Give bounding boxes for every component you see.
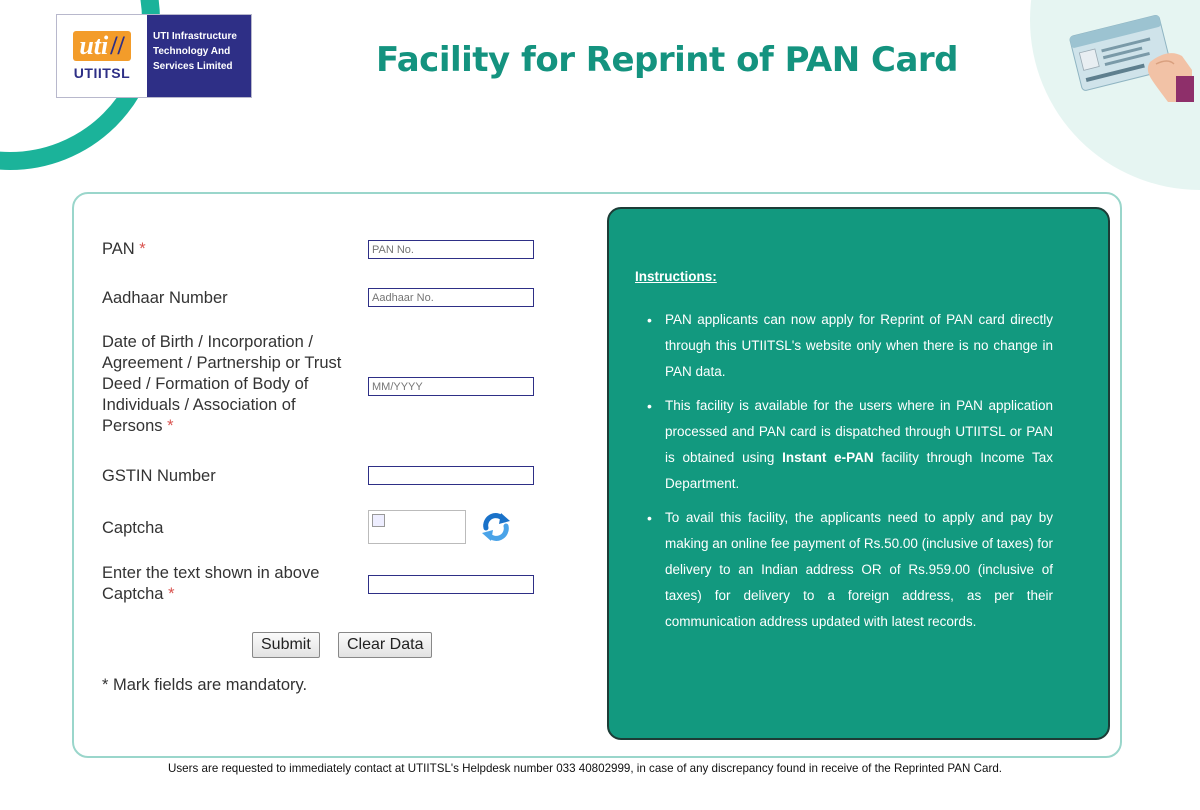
instructions-heading: Instructions:: [635, 269, 717, 284]
pan-label: PAN *: [102, 239, 146, 260]
page-title: Facility for Reprint of PAN Card: [376, 40, 959, 80]
hand-holding-card-icon: [1069, 14, 1194, 102]
dob-input[interactable]: [368, 377, 534, 396]
logo-org-line2: Technology And: [153, 46, 231, 57]
instructions-panel: Instructions: PAN applicants can now app…: [607, 207, 1110, 740]
instruction-item: This facility is available for the users…: [647, 393, 1053, 497]
instruction-item: PAN applicants can now apply for Reprint…: [647, 307, 1053, 385]
logo-mark: uti//: [73, 31, 131, 61]
logo-emblem: uti// UTIITSL: [57, 15, 147, 97]
required-mark: *: [139, 240, 146, 258]
captcha-text-label-line1: Enter the text shown in above: [102, 564, 320, 582]
broken-image-icon: [372, 514, 385, 527]
captcha-text-label: Enter the text shown in above Captcha *: [102, 563, 319, 605]
mandatory-note: * Mark fields are mandatory.: [102, 676, 308, 694]
pan-input[interactable]: [368, 240, 534, 259]
captcha-text-label-line2: Captcha: [102, 585, 164, 603]
utiitsl-logo[interactable]: uti// UTIITSL UTI Infrastructure Technol…: [56, 14, 252, 98]
logo-org-line3: Services Limited: [153, 61, 233, 72]
instruction-item-bold: Instant e-PAN: [782, 450, 874, 465]
footer-note: Users are requested to immediately conta…: [168, 762, 1002, 775]
required-mark: *: [167, 417, 174, 435]
logo-slash-icon: //: [110, 31, 125, 60]
logo-subtitle: UTIITSL: [73, 65, 131, 81]
gstin-input[interactable]: [368, 466, 534, 485]
page: uti// UTIITSL UTI Infrastructure Technol…: [0, 0, 1200, 810]
clear-data-button[interactable]: Clear Data: [338, 632, 433, 658]
logo-mark-text: uti: [79, 31, 109, 60]
captcha-label: Captcha: [102, 519, 164, 537]
pan-label-text: PAN: [102, 240, 135, 258]
dob-label-line2: Agreement / Partnership or Trust: [102, 354, 342, 372]
dob-label-line3: Deed / Formation of Body of: [102, 375, 309, 393]
gstin-label: GSTIN Number: [102, 467, 216, 485]
aadhaar-label: Aadhaar Number: [102, 289, 228, 307]
dob-label-line1: Date of Birth / Incorporation /: [102, 333, 313, 351]
dob-label-line5: Persons: [102, 417, 163, 435]
submit-button[interactable]: Submit: [252, 632, 320, 658]
logo-org-name: UTI Infrastructure Technology And Servic…: [147, 15, 251, 97]
captcha-input[interactable]: [368, 575, 534, 594]
dob-label-line4: Individuals / Association of: [102, 396, 296, 414]
captcha-image: [368, 510, 466, 544]
required-mark: *: [168, 585, 175, 603]
logo-org-line1: UTI Infrastructure: [153, 31, 237, 42]
instruction-item: To avail this facility, the applicants n…: [647, 505, 1053, 635]
dob-label: Date of Birth / Incorporation / Agreemen…: [102, 332, 341, 437]
aadhaar-input[interactable]: [368, 288, 534, 307]
instructions-list: PAN applicants can now apply for Reprint…: [647, 307, 1053, 643]
refresh-icon[interactable]: [480, 510, 512, 544]
